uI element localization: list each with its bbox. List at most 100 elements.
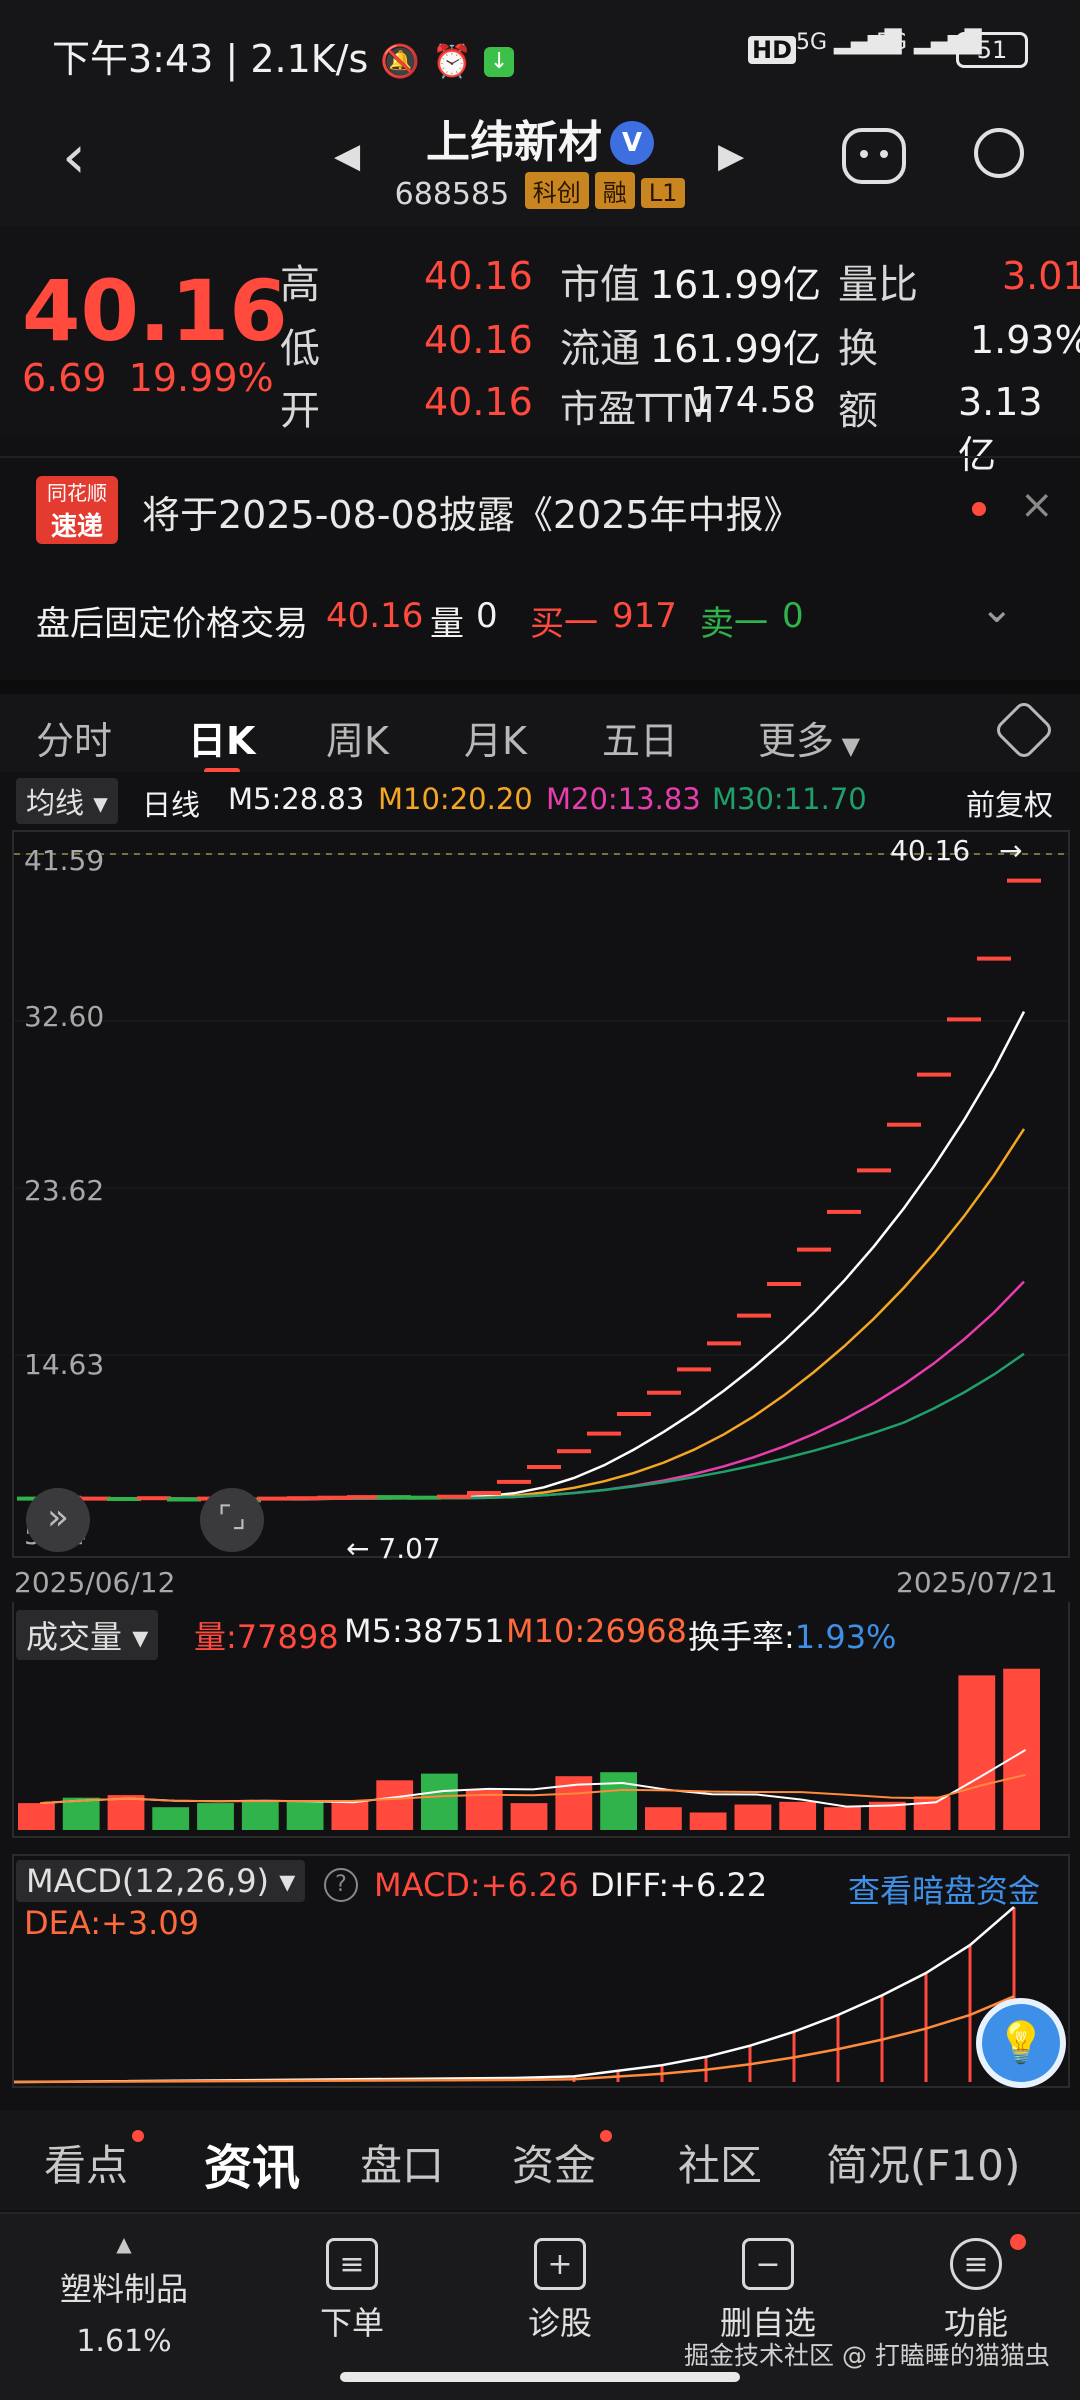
volume-chart[interactable] [12, 1602, 1070, 1838]
candle [827, 1209, 861, 1214]
help-icon[interactable]: ? [324, 1868, 358, 1902]
mute-icon: 🔕 [380, 42, 421, 80]
macd-indicator-select[interactable]: MACD(12,26,9) ▾ [16, 1860, 306, 1902]
home-indicator[interactable] [340, 2372, 740, 2382]
tab-intraday[interactable]: 分时 [36, 710, 112, 765]
dark-pool-link[interactable]: 查看暗盘资金 [848, 1866, 1040, 1912]
diagnose-icon: + [534, 2238, 586, 2290]
alarm-icon: ⏰ [432, 42, 473, 80]
status-bar: 下午3:43 | 2.1K/s 🔕 ⏰ ↓ HD 5G ▂▄▆█ 5G ▂▄▆█… [0, 0, 1080, 100]
current-price: 40.16 [22, 262, 288, 360]
volume-bar [62, 1797, 100, 1830]
volume-bar [689, 1812, 727, 1830]
close-icon[interactable]: × [1020, 482, 1054, 528]
candle [677, 1367, 711, 1372]
sector-button[interactable]: ▲ 塑料制品 1.61% [24, 2232, 224, 2359]
label-high: 高 [280, 262, 320, 308]
ma-line-m30 [33, 1352, 1025, 1501]
candle [977, 956, 1011, 961]
order-icon: ≡ [326, 2238, 378, 2290]
remove-watchlist-button[interactable]: − 删自选 [668, 2232, 868, 2344]
after-hours-label: 盘后固定价格交易 [36, 604, 308, 644]
tag-kechuang: 科创 [524, 172, 589, 209]
section-tab-news[interactable]: 资讯 [204, 2128, 300, 2198]
x-start-label: 2025/06/12 [14, 1566, 176, 1599]
candle [617, 1412, 651, 1416]
candle [857, 1168, 891, 1173]
label-float-cap: 流通 [560, 326, 640, 372]
indicator-select[interactable]: 均线 ▾ [16, 778, 118, 824]
section-tab-f10[interactable]: 简况(F10) [826, 2132, 1020, 2193]
section-tab-funds[interactable]: 资金 [512, 2132, 596, 2193]
volume-ma5-line [40, 1749, 1027, 1808]
section-tab-orderbook[interactable]: 盘口 [360, 2132, 444, 2193]
expand-left-icon[interactable]: » [26, 1488, 90, 1552]
notice-banner[interactable]: 同花顺 速递 将于2025-08-08披露《2025年中报》 × [0, 456, 1080, 560]
tab-five-day[interactable]: 五日 [602, 710, 678, 765]
candle [437, 1494, 471, 1499]
label-turnover: 换 [838, 326, 878, 372]
candle [557, 1449, 591, 1454]
caret-up-icon: ▲ [116, 2232, 132, 2256]
settings-icon[interactable] [992, 698, 1056, 762]
candle [137, 1496, 171, 1501]
stock-code-row: 688585 科创融 L1 [0, 172, 1080, 212]
kline-chart[interactable]: 41.59 32.60 23.62 14.63 5.64 40.16 → ← 7… [12, 830, 1070, 1565]
candle [497, 1479, 531, 1484]
tab-daily-k[interactable]: 日K [188, 710, 255, 765]
volume-svg [18, 1668, 1040, 1830]
after-hours-trading[interactable]: 盘后固定价格交易 40.16 量 0 买一 917 卖一 0 ⌄ [0, 572, 1080, 662]
volume-bar [197, 1803, 234, 1830]
value-turnover: 1.93% [970, 318, 1080, 362]
label-volume-ratio: 量比 [838, 262, 918, 308]
candle [767, 1282, 801, 1286]
page-title: 上纬新材 V [0, 106, 1080, 170]
after-hours-vol-label: 量 [430, 604, 464, 644]
ma10-value: M10:20.20 [378, 782, 533, 816]
ma5-value: M5:28.83 [228, 782, 365, 816]
search-icon[interactable] [974, 128, 1024, 178]
diagnose-button[interactable]: + 诊股 [460, 2232, 660, 2344]
section-tabs: 看点 资讯 盘口 资金 社区 简况(F10) [0, 2110, 1080, 2210]
tab-weekly-k[interactable]: 周K [326, 710, 389, 765]
battery-icon: 51 [956, 32, 1028, 68]
volume-bar [286, 1800, 324, 1830]
lightbulb-icon[interactable]: 💡 [976, 1998, 1066, 2088]
sector-name: 塑料制品 [59, 2270, 188, 2308]
function-button[interactable]: ≡ 功能 [876, 2232, 1076, 2344]
volume-bar [779, 1801, 817, 1830]
volume-bar [913, 1796, 951, 1830]
last-price-marker: 40.16 → [890, 834, 1023, 867]
adjust-mode[interactable]: 前复权 [966, 782, 1053, 824]
stock-code: 688585 [394, 177, 510, 212]
value-volume-ratio: 3.01 [1002, 254, 1080, 298]
header: ‹ ◀ 上纬新材 V 688585 科创融 L1 ▶ [0, 100, 1080, 226]
low-price-marker: ← 7.07 [346, 1532, 441, 1565]
fullscreen-icon[interactable]: ⌜⌟ [200, 1488, 264, 1552]
order-button[interactable]: ≡ 下单 [252, 2232, 452, 2344]
volume-bar [152, 1807, 190, 1830]
chevron-down-icon[interactable]: ⌄ [980, 586, 1014, 632]
y-tick-2: 23.62 [24, 1174, 105, 1207]
volume-bar [331, 1800, 369, 1830]
verified-icon: V [610, 121, 654, 165]
section-tab-highlights[interactable]: 看点 [44, 2132, 128, 2193]
sell-one-label: 卖一 [700, 604, 768, 644]
candle [317, 1495, 351, 1500]
value-high: 40.16 [424, 254, 533, 298]
next-stock-icon[interactable]: ▶ [718, 136, 744, 176]
tab-monthly-k[interactable]: 月K [464, 710, 527, 765]
volume-bar [1003, 1668, 1040, 1830]
section-tab-community[interactable]: 社区 [678, 2132, 762, 2193]
tab-more[interactable]: 更多 ▼ [758, 710, 860, 765]
volume-bar [645, 1807, 682, 1830]
quote-panel: 40.16 6.69 19.99% 高 40.16 市值 161.99亿 量比 … [0, 226, 1080, 477]
dea-line [13, 1995, 1015, 2084]
robot-icon[interactable] [842, 128, 906, 184]
y-tick-0: 41.59 [24, 844, 105, 877]
kline-svg [14, 853, 1068, 1503]
candle [377, 1495, 411, 1500]
candle [707, 1341, 741, 1346]
tonghuashun-logo: 同花顺 速递 [36, 476, 118, 544]
x-end-label: 2025/07/21 [896, 1566, 1058, 1599]
